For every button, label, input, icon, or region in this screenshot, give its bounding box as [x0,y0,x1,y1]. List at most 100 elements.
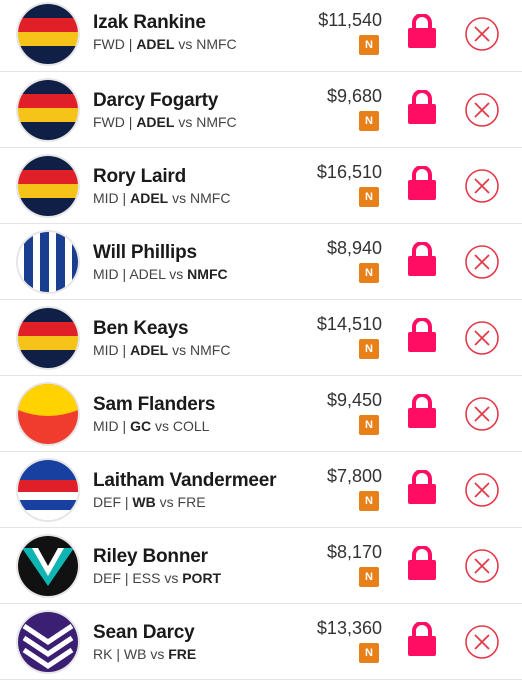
vs-label: vs [146,646,169,662]
player-position: MID [93,190,119,206]
lock-icon[interactable] [407,165,437,200]
remove-player-icon[interactable] [464,16,500,52]
remove-player-icon[interactable] [464,320,500,356]
player-position: RK [93,646,113,662]
player-name[interactable]: Ben Keays [93,318,189,340]
remove-player-icon[interactable] [464,472,500,508]
player-row[interactable]: Darcy Fogarty FWD | ADEL vs NMFC $9,680 N [0,72,522,148]
status-badge: N [359,643,379,663]
player-row[interactable]: Riley Bonner DEF | ESS vs PORT $8,170 N [0,528,522,604]
vs-label: vs [160,570,183,586]
meta-separator: | [118,418,131,434]
adelaide-jersey-icon [18,80,78,140]
player-list: Izak Rankine FWD | ADEL vs NMFC $11,540 N Da… [0,0,522,680]
opponent-team: FRE [168,646,197,662]
lock-icon[interactable] [407,317,437,352]
player-name[interactable]: Darcy Fogarty [93,90,218,112]
lock-icon[interactable] [407,545,437,580]
player-team: ESS [132,570,161,586]
adelaide-jersey-icon [18,308,78,368]
opponent-team: PORT [182,570,222,586]
opponent-team: NMFC [187,266,228,282]
player-name[interactable]: Rory Laird [93,166,186,188]
player-position: DEF [93,570,121,586]
player-meta: MID | ADEL vs NMFC [93,342,230,358]
player-team: ADEL [136,36,175,52]
player-position: DEF [93,494,121,510]
lock-icon[interactable] [407,241,437,276]
player-row[interactable]: Sam Flanders MID | GC vs COLL $9,450 N [0,376,522,452]
player-position: FWD [93,114,125,130]
status-badge: N [359,415,379,435]
status-badge: N [359,111,379,131]
player-row[interactable]: Will Phillips MID | ADEL vs NMFC $8,940 N [0,224,522,300]
meta-separator: | [121,570,133,586]
opponent-team: NMFC [190,190,231,206]
player-meta: DEF | ESS vs PORT [93,570,221,586]
status-badge: N [359,339,379,359]
fremantle-jersey-icon [18,612,78,672]
player-name[interactable]: Sam Flanders [93,394,215,416]
vs-label: vs [168,190,190,206]
player-price: $9,450 [326,390,382,410]
lock-icon[interactable] [407,393,437,428]
status-badge: N [359,567,379,587]
player-name[interactable]: Will Phillips [93,242,197,264]
lock-icon[interactable] [407,13,437,48]
opponent-team: NMFC [196,114,237,130]
gold-coast-jersey-icon [18,384,78,444]
player-team: ADEL [136,114,175,130]
player-name[interactable]: Riley Bonner [93,546,208,568]
opponent-team: NMFC [196,36,237,52]
player-meta: FWD | ADEL vs NMFC [93,36,237,52]
player-name[interactable]: Izak Rankine [93,12,206,34]
lock-icon[interactable] [407,89,437,124]
player-team: ADEL [130,342,169,358]
player-meta: RK | WB vs FRE [93,646,196,662]
player-row[interactable]: Izak Rankine FWD | ADEL vs NMFC $11,540 N [0,0,522,72]
player-position: MID [93,342,119,358]
player-team: WB [123,646,147,662]
meta-separator: | [124,36,137,52]
vs-label: vs [165,266,188,282]
player-price: $16,510 [316,162,382,182]
player-meta: MID | ADEL vs NMFC [93,266,228,282]
player-price: $14,510 [316,314,382,334]
port-adelaide-jersey-icon [18,536,78,596]
meta-separator: | [118,342,131,358]
player-meta: DEF | WB vs FRE [93,494,206,510]
status-badge: N [359,263,379,283]
player-row[interactable]: Laitham Vandermeer DEF | WB vs FRE $7,800 N [0,452,522,528]
opponent-team: FRE [177,494,206,510]
player-position: FWD [93,36,125,52]
remove-player-icon[interactable] [464,244,500,280]
remove-player-icon[interactable] [464,92,500,128]
lock-icon[interactable] [407,621,437,656]
remove-player-icon[interactable] [464,168,500,204]
vs-label: vs [151,418,173,434]
player-team: ADEL [129,266,166,282]
remove-player-icon[interactable] [464,396,500,432]
remove-player-icon[interactable] [464,624,500,660]
remove-player-icon[interactable] [464,548,500,584]
status-badge: N [359,491,379,511]
player-price: $9,680 [326,86,382,106]
western-bulldogs-jersey-icon [18,460,78,520]
opponent-team: NMFC [190,342,231,358]
player-row[interactable]: Sean Darcy RK | WB vs FRE $13,360 N [0,604,522,680]
player-price: $8,170 [326,542,382,562]
vs-label: vs [168,342,190,358]
player-row[interactable]: Rory Laird MID | ADEL vs NMFC $16,510 N [0,148,522,224]
status-badge: N [359,35,379,55]
lock-icon[interactable] [407,469,437,504]
player-name[interactable]: Laitham Vandermeer [93,470,277,492]
player-row[interactable]: Ben Keays MID | ADEL vs NMFC $14,510 N [0,300,522,376]
vs-label: vs [174,114,197,130]
player-team: GC [130,418,152,434]
adelaide-jersey-icon [18,4,78,64]
meta-separator: | [121,494,133,510]
player-name[interactable]: Sean Darcy [93,622,195,644]
player-price: $8,940 [326,238,382,258]
player-meta: FWD | ADEL vs NMFC [93,114,237,130]
opponent-team: COLL [172,418,210,434]
